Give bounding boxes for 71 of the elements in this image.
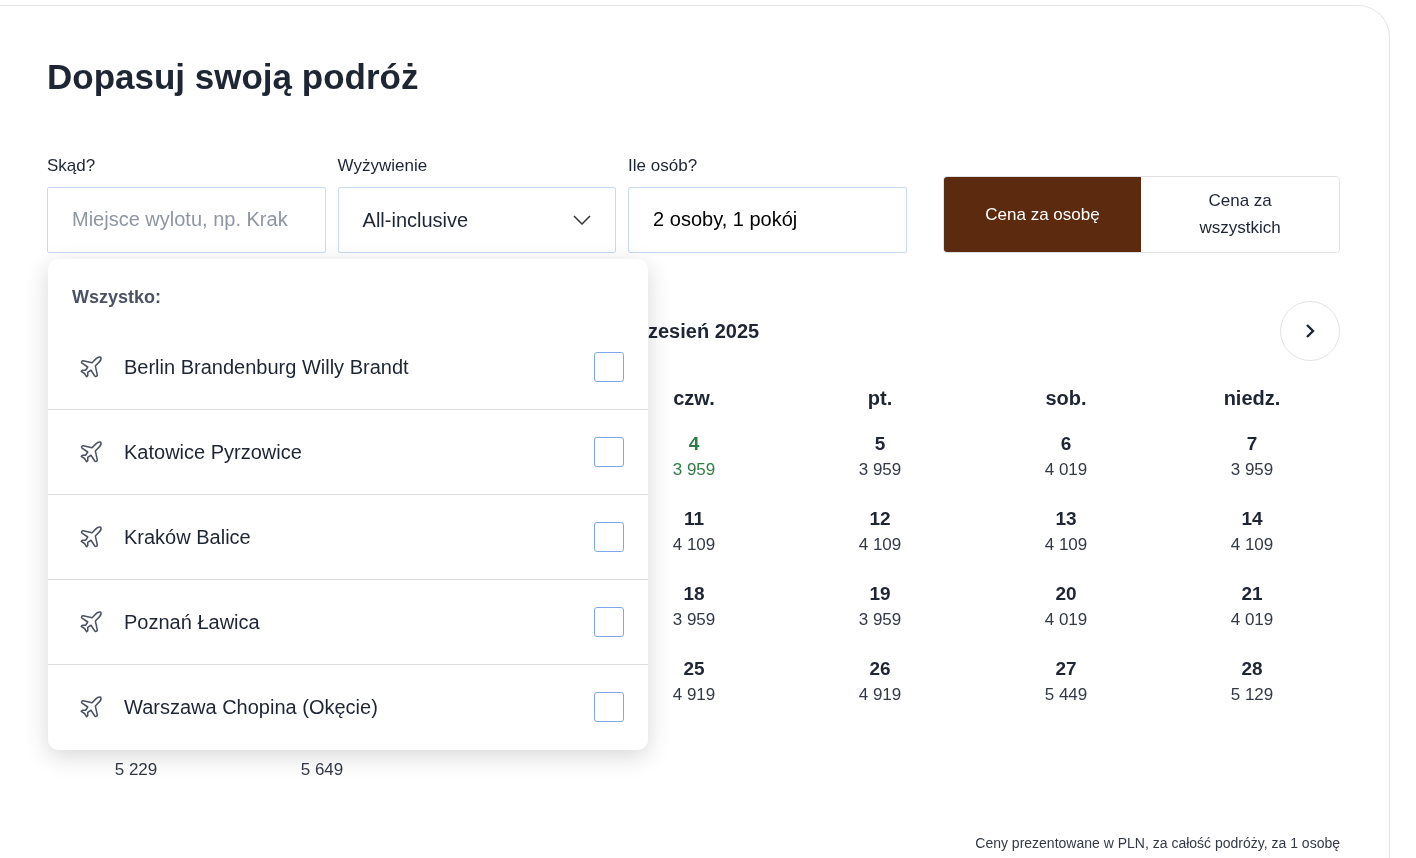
day-price: 3 959 (672, 608, 716, 631)
day-number: 5 (874, 431, 886, 456)
day-number: 25 (683, 656, 705, 681)
day-number: 26 (869, 656, 891, 681)
chevron-right-icon (1304, 322, 1316, 339)
checkbox[interactable] (594, 692, 624, 722)
day-price: 4 109 (1044, 533, 1088, 556)
day-number: 11 (683, 506, 705, 531)
day-price: 4 919 (672, 683, 716, 706)
airport-name: Berlin Brandenburg Willy Brandt (124, 354, 409, 380)
weekday-label: czw. (673, 385, 715, 411)
checkbox[interactable] (594, 606, 624, 637)
weekday-label: niedz. (1223, 385, 1281, 411)
input-field[interactable]: 2 osoby, 1 pokój (628, 186, 907, 253)
day-price: 5 229 (114, 758, 158, 781)
price-note: Ceny prezentowane w PLN, za całość podróży, za 1 osobę (975, 834, 1340, 853)
day-number: 19 (869, 581, 891, 606)
weekday-label: sob. (1045, 385, 1087, 411)
checkbox[interactable] (594, 521, 624, 552)
airport-name: Warszawa Chopina (Okęcie) (124, 695, 378, 720)
airplane-icon (78, 353, 104, 380)
day-number: 28 (1241, 656, 1263, 681)
day-price: 4 919 (858, 683, 902, 706)
day-price: 4 109 (858, 533, 902, 556)
day-number: 20 (1055, 581, 1077, 606)
day-price: 4 109 (672, 533, 716, 556)
airport-option[interactable]: Poznań Ławica (48, 579, 648, 665)
field-label: Skąd? (47, 155, 97, 177)
airport-option[interactable]: Katowice Pyrzowice (48, 409, 648, 495)
checkbox[interactable] (594, 436, 624, 467)
day-number: 4 (688, 431, 700, 456)
dropdown-heading: Wszystko: (72, 285, 161, 309)
day-price: 4 019 (1044, 458, 1088, 481)
meal-select[interactable]: All-inclusive (337, 186, 617, 253)
airplane-icon (78, 608, 104, 635)
day-number: 13 (1055, 506, 1077, 531)
airplane-icon (78, 694, 104, 720)
day-price: 5 649 (300, 758, 344, 781)
airport-name: Poznań Ławica (124, 609, 260, 635)
airport-name: Kraków Balice (124, 524, 251, 550)
airplane-icon (78, 438, 104, 465)
month-title: zesień 2025 (648, 318, 760, 344)
page-title: Dopasuj swoją podróż (47, 56, 420, 98)
day-price: 5 129 (1230, 683, 1274, 706)
day-number: 27 (1055, 656, 1077, 681)
checkbox[interactable] (594, 351, 624, 382)
field-label: Wyżywienie (337, 155, 429, 177)
day-price: 3 959 (672, 458, 716, 481)
airport-option[interactable]: Kraków Balice (48, 494, 648, 580)
price-toggle-option[interactable]: Cena za osobę (943, 176, 1142, 252)
input-field[interactable]: Miejsce wylotu, np. Krak (47, 186, 326, 253)
day-number: 7 (1246, 431, 1258, 456)
airport-option[interactable]: Berlin Brandenburg Willy Brandt (48, 324, 648, 410)
day-price: 4 019 (1044, 608, 1088, 631)
day-price: 3 959 (1230, 458, 1274, 481)
day-number: 6 (1060, 431, 1072, 456)
day-price: 5 449 (1044, 683, 1088, 706)
day-price: 3 959 (858, 458, 902, 481)
day-price: 4 019 (1230, 608, 1274, 631)
field-label: Ile osób? (628, 155, 699, 177)
day-number: 21 (1241, 581, 1263, 606)
day-number: 14 (1241, 506, 1263, 531)
airport-option[interactable]: Warszawa Chopina (Okęcie) (48, 664, 648, 750)
day-price: 4 109 (1230, 533, 1274, 556)
day-number: 18 (683, 581, 705, 606)
day-price: 3 959 (858, 608, 902, 631)
day-number: 12 (869, 506, 891, 531)
chevron-down-icon (573, 214, 592, 225)
airport-name: Katowice Pyrzowice (124, 439, 302, 465)
weekday-label: pt. (867, 385, 893, 411)
airplane-icon (78, 523, 104, 550)
